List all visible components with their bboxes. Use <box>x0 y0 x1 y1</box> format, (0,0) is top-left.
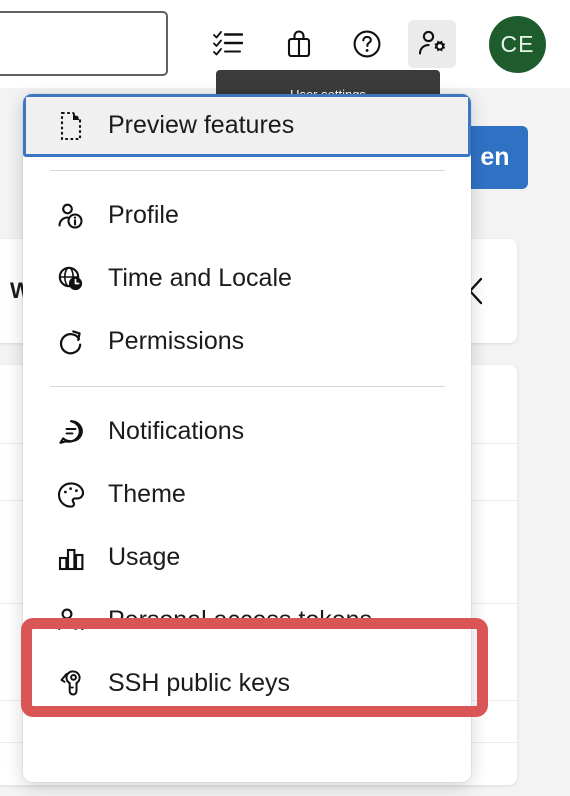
menu-divider <box>50 170 445 171</box>
menu-item-usage[interactable]: Usage <box>23 526 471 589</box>
menu-item-personal-access-tokens[interactable]: Personal access tokens <box>23 589 471 652</box>
menu-item-label: Notifications <box>108 417 245 445</box>
menu-item-label: Preview features <box>108 111 295 139</box>
menu-item-label: Theme <box>108 480 186 508</box>
user-settings-menu: Preview features Profile Time and Locale… <box>23 94 471 782</box>
menu-item-label: Personal access tokens <box>108 606 373 634</box>
search-input[interactable] <box>0 11 168 76</box>
person-key-icon <box>54 604 88 638</box>
menu-item-notifications[interactable]: Notifications <box>23 400 471 463</box>
menu-item-theme[interactable]: Theme <box>23 463 471 526</box>
user-settings-icon[interactable] <box>408 20 456 68</box>
menu-item-profile[interactable]: Profile <box>23 184 471 247</box>
menu-item-label: Time and Locale <box>108 264 292 292</box>
briefcase-icon[interactable] <box>275 20 323 68</box>
palette-icon <box>54 478 88 512</box>
help-circle-icon[interactable] <box>343 20 391 68</box>
primary-action-button[interactable]: en <box>462 126 528 189</box>
key-icon <box>54 667 88 701</box>
speech-bubble-icon <box>54 415 88 449</box>
menu-item-label: Profile <box>108 201 179 229</box>
globe-clock-icon <box>54 262 88 296</box>
menu-item-time-and-locale[interactable]: Time and Locale <box>23 247 471 310</box>
screen-root: en W CE Preview features Profile Time an… <box>0 0 570 796</box>
menu-item-label: Permissions <box>108 327 245 355</box>
menu-divider <box>50 386 445 387</box>
task-list-icon[interactable] <box>204 20 252 68</box>
bar-chart-icon <box>54 541 88 575</box>
menu-item-preview-features[interactable]: Preview features <box>23 94 471 157</box>
menu-item-permissions[interactable]: Permissions <box>23 310 471 373</box>
menu-item-label: SSH public keys <box>108 669 291 697</box>
refresh-icon <box>54 325 88 359</box>
menu-item-label: Usage <box>108 543 181 571</box>
dashed-document-icon <box>54 109 88 143</box>
avatar[interactable]: CE <box>489 16 546 73</box>
menu-item-ssh-public-keys[interactable]: SSH public keys <box>23 652 471 715</box>
person-info-icon <box>54 199 88 233</box>
